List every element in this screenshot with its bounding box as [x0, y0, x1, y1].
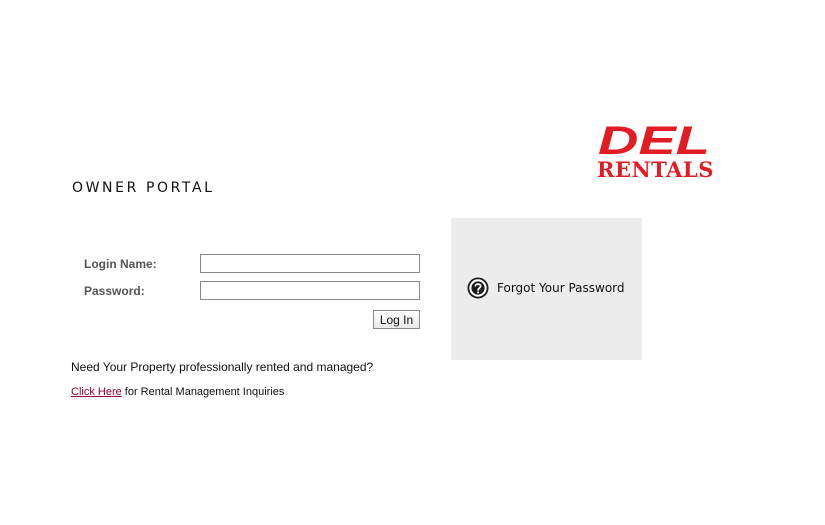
inquiry-text: for Rental Management Inquiries — [121, 386, 285, 398]
logo-main-text: DEL — [598, 124, 710, 156]
rental-inquiry-line: Click Here for Rental Management Inquiri… — [71, 386, 284, 398]
password-label: Password: — [84, 284, 145, 298]
log-in-button[interactable]: Log In — [373, 310, 420, 329]
login-name-input[interactable] — [200, 254, 420, 273]
forgot-password-panel: Forgot Your Password — [451, 218, 642, 360]
password-input[interactable] — [200, 281, 420, 300]
forgot-password-label: Forgot Your Password — [497, 281, 625, 295]
question-mark-circle-icon — [467, 277, 489, 299]
del-rentals-logo: DEL RENTALS — [597, 124, 714, 182]
property-management-question: Need Your Property professionally rented… — [71, 360, 374, 374]
click-here-link[interactable]: Click Here — [71, 386, 122, 398]
logo-del-wordmark: DEL — [598, 124, 710, 156]
logo-sub-text: RENTALS — [597, 157, 714, 182]
page-title: OWNER PORTAL — [72, 180, 215, 196]
forgot-password-link[interactable]: Forgot Your Password — [467, 277, 625, 299]
login-name-label: Login Name: — [84, 257, 157, 271]
